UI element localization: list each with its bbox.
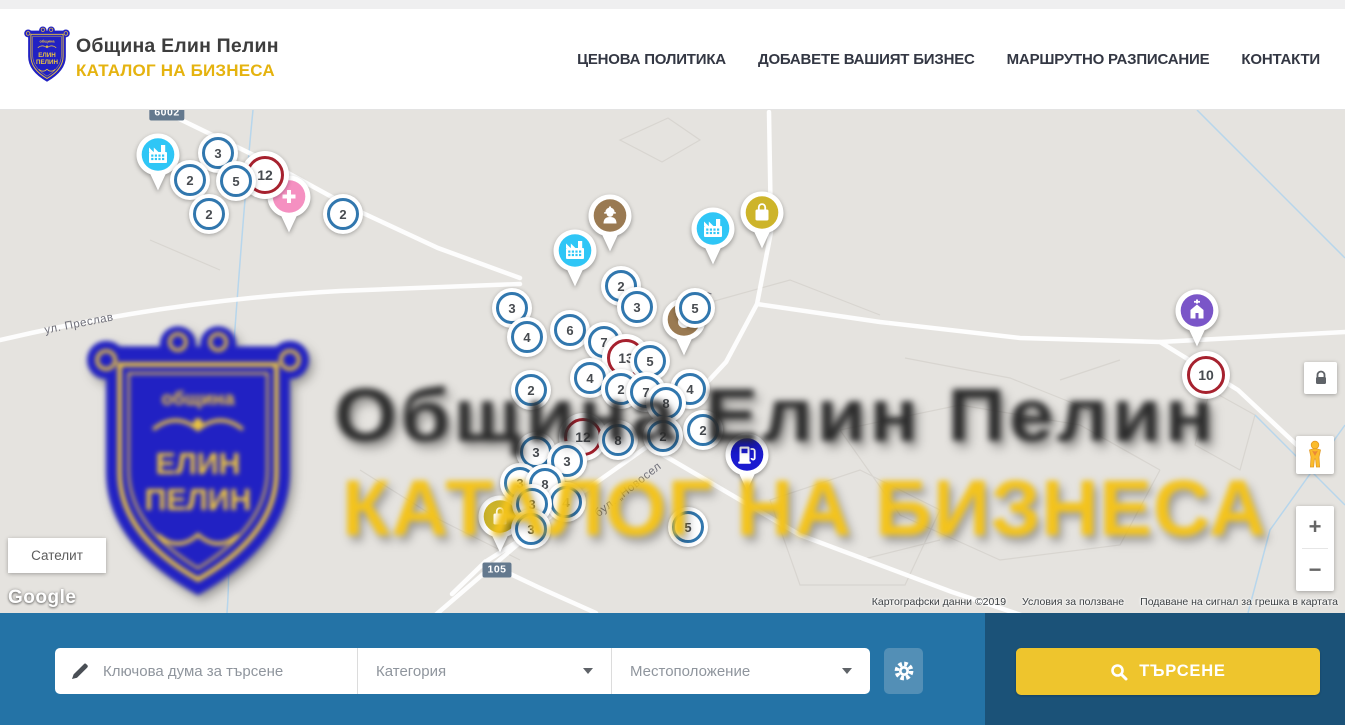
keyword-section	[55, 648, 358, 694]
street-view-pegman[interactable]	[1296, 436, 1334, 474]
cluster-marker[interactable]: 5	[675, 288, 715, 328]
pegman-icon	[1304, 440, 1326, 470]
cluster-marker[interactable]: 2	[323, 194, 363, 234]
advanced-settings-button[interactable]	[884, 648, 923, 694]
cluster-count: 3	[214, 146, 221, 161]
magnifier-icon	[1110, 663, 1128, 681]
nav-item-pricing[interactable]: ЦЕНОВА ПОЛИТИКА	[577, 51, 726, 68]
cluster-count: 2	[186, 173, 193, 188]
lock-icon	[1313, 370, 1329, 386]
cluster-count: 3	[633, 300, 640, 315]
zoom-out-button[interactable]: −	[1296, 549, 1334, 591]
cluster-count: 5	[646, 354, 653, 369]
cluster-count: 3	[508, 301, 515, 316]
cluster-count: 2	[205, 207, 212, 222]
google-logo[interactable]: Google	[8, 587, 76, 609]
main-nav: ЦЕНОВА ПОЛИТИКА ДОБАВЕТЕ ВАШИЯТ БИЗНЕС МАР…	[577, 9, 1320, 110]
road-badge: 6002	[149, 110, 184, 121]
cluster-marker[interactable]: 5	[216, 161, 256, 201]
attribution-data: Картографски данни ©2019	[872, 596, 1006, 608]
pencil-icon	[70, 661, 90, 681]
search-button-label: ТЪРСЕНЕ	[1139, 662, 1225, 681]
gear-icon	[891, 658, 917, 684]
location-select[interactable]: Местоположение	[612, 648, 870, 694]
caret-down-icon	[842, 668, 852, 674]
zoom-control: + −	[1296, 506, 1334, 591]
watermark-title: Община Елин Пелин	[334, 372, 1217, 458]
factory-pin-marker[interactable]	[690, 206, 736, 273]
keyword-input[interactable]	[101, 662, 357, 681]
cluster-count: 6	[566, 323, 573, 338]
map-canvas[interactable]: ул. Преславбул. „Новоселци6002105 312252…	[0, 110, 1345, 613]
cluster-count: 12	[257, 167, 273, 183]
terms-link[interactable]: Условия за ползване	[1022, 596, 1124, 608]
caret-down-icon	[583, 668, 593, 674]
church-pin-marker[interactable]	[1174, 288, 1220, 355]
location-select-label: Местоположение	[630, 663, 750, 680]
top-strip	[0, 0, 1345, 9]
lock-button[interactable]	[1304, 362, 1337, 394]
road-badge: 105	[482, 563, 511, 578]
category-select[interactable]: Категория	[358, 648, 612, 694]
map-attribution: Картографски данни ©2019 Условия за полз…	[872, 596, 1338, 608]
header: Община Елин Пелин КАТАЛОГ НА БИЗНЕСА ЦЕН…	[0, 9, 1345, 110]
search-box: Категория Местоположение	[55, 648, 870, 694]
category-select-label: Категория	[376, 663, 446, 680]
site-title: Община Елин Пелин	[76, 37, 279, 57]
report-error-link[interactable]: Подаване на сигнал за грешка в картата	[1140, 596, 1338, 608]
bag-pin-marker[interactable]	[739, 190, 785, 257]
brand-block: Община Елин Пелин КАТАЛОГ НА БИЗНЕСА	[76, 37, 279, 79]
map-type-satellite-button[interactable]: Сателит	[8, 538, 106, 573]
nav-item-add-business[interactable]: ДОБАВЕТЕ ВАШИЯТ БИЗНЕС	[758, 51, 975, 68]
cluster-marker[interactable]: 4	[507, 317, 547, 357]
nav-item-contacts[interactable]: КОНТАКТИ	[1241, 51, 1320, 68]
cluster-count: 5	[232, 174, 239, 189]
map-type-control: Карта Сателит	[8, 538, 106, 573]
cluster-count: 5	[691, 301, 698, 316]
watermark-crest	[86, 324, 310, 611]
search-bar: Категория Местоположение ТЪРСЕНЕ	[0, 613, 1345, 725]
page: Община Елин Пелин КАТАЛОГ НА БИЗНЕСА ЦЕН…	[0, 0, 1345, 725]
cluster-marker[interactable]: 2	[189, 194, 229, 234]
cluster-count: 2	[339, 207, 346, 222]
nav-item-route-schedule[interactable]: МАРШРУТНО РАЗПИСАНИЕ	[1007, 51, 1210, 68]
watermark-subtitle: КАТАЛОГ НА БИЗНЕСА	[342, 462, 1267, 554]
site-subtitle: КАТАЛОГ НА БИЗНЕСА	[76, 62, 279, 79]
worker-pin-marker[interactable]	[587, 193, 633, 260]
cluster-count: 4	[523, 330, 530, 345]
municipality-crest-logo	[24, 26, 70, 85]
zoom-in-button[interactable]: +	[1296, 506, 1334, 548]
search-button[interactable]: ТЪРСЕНЕ	[1016, 648, 1320, 695]
cluster-marker[interactable]: 3	[617, 287, 657, 327]
